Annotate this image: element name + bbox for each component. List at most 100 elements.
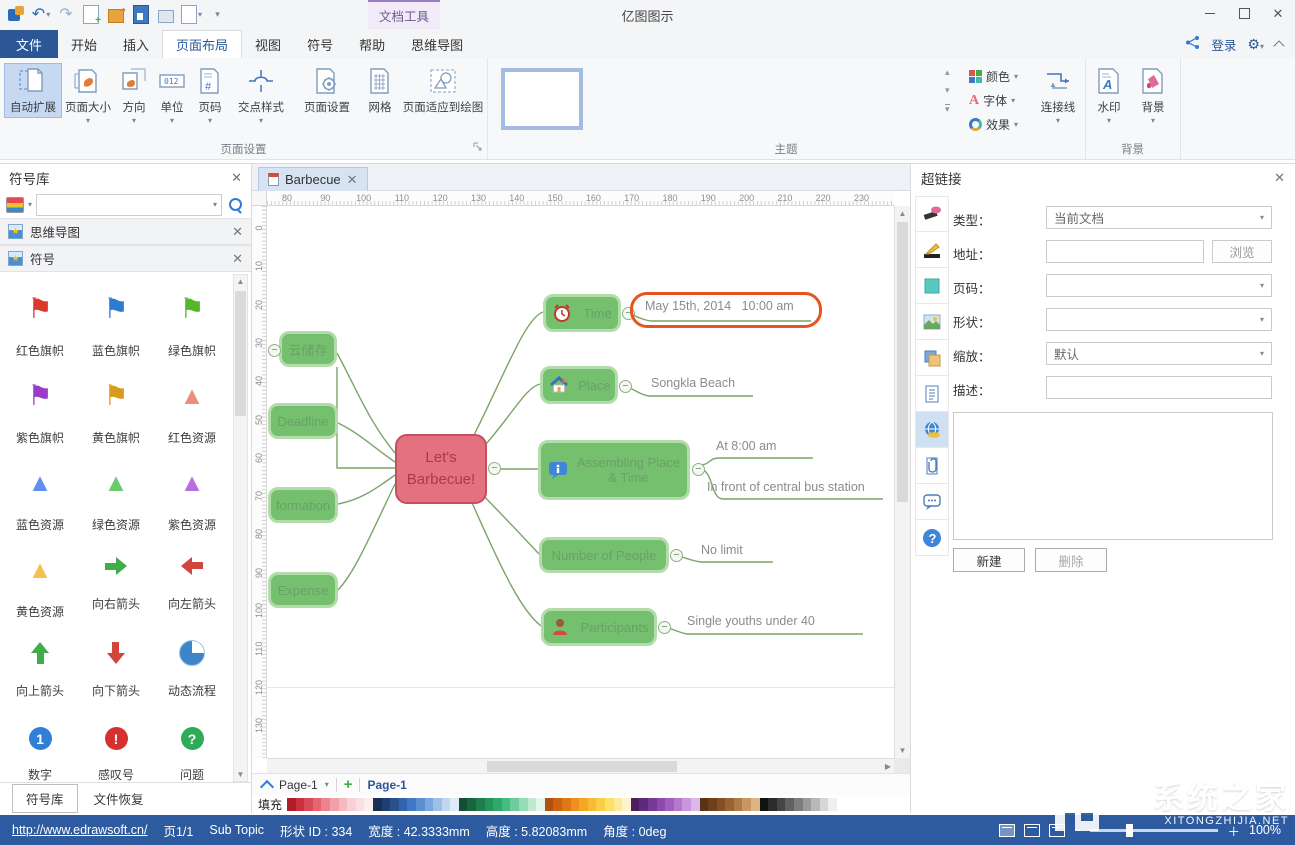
fill-swatch[interactable] xyxy=(819,798,829,811)
close-document-icon[interactable]: ✕ xyxy=(347,172,358,188)
symbol-item[interactable]: 向上箭头 xyxy=(2,628,78,715)
fill-swatch[interactable] xyxy=(733,798,743,811)
help-tool-icon[interactable]: ? xyxy=(915,520,949,556)
fill-swatch[interactable] xyxy=(562,798,571,811)
fill-swatch[interactable] xyxy=(759,798,769,811)
fill-swatch[interactable] xyxy=(716,798,726,811)
fill-swatch[interactable] xyxy=(501,798,511,811)
attachment-tool-icon[interactable] xyxy=(915,448,949,484)
tab-help[interactable]: 帮助 xyxy=(346,30,398,58)
symbol-item[interactable]: ▲ 紫色资源 xyxy=(154,454,230,541)
close-panel-icon[interactable]: ✕ xyxy=(231,170,242,186)
fill-swatch[interactable] xyxy=(476,798,485,811)
fill-swatch[interactable] xyxy=(613,798,623,811)
fill-swatch[interactable] xyxy=(390,798,399,811)
fill-swatch[interactable] xyxy=(295,798,305,811)
library-icon[interactable] xyxy=(6,196,24,213)
symbol-item[interactable]: ▲ 绿色资源 xyxy=(78,454,154,541)
type-dropdown[interactable]: 当前文档 ▾ xyxy=(1046,206,1272,229)
canvas-horizontal-scrollbar[interactable]: ▶ xyxy=(267,758,894,773)
fill-swatch[interactable] xyxy=(287,798,296,811)
junction-style-button[interactable]: 交点样式 ▾ xyxy=(230,63,292,128)
fill-swatch[interactable] xyxy=(725,798,734,811)
scrollbar-thumb[interactable] xyxy=(897,222,908,502)
document-tab-barbecue[interactable]: Barbecue ✕ xyxy=(258,167,368,191)
collapse-icon[interactable]: − xyxy=(670,549,683,562)
fill-swatch[interactable] xyxy=(622,798,631,811)
fill-swatch[interactable] xyxy=(811,798,820,811)
fill-swatch[interactable] xyxy=(407,798,416,811)
fill-swatch[interactable] xyxy=(673,798,683,811)
undo-button[interactable]: ↶ ▾ xyxy=(31,3,51,25)
zoom-slider-thumb[interactable] xyxy=(1126,823,1134,837)
page-dropdown[interactable]: ▾ xyxy=(1046,274,1272,297)
tab-page-layout[interactable]: 页面布局 xyxy=(162,30,243,58)
auto-expand-button[interactable]: 自动扩展 xyxy=(4,63,62,118)
theme-font-button[interactable]: A 字体 ▾ xyxy=(969,92,1015,109)
fill-swatch[interactable] xyxy=(484,798,494,811)
fill-swatch[interactable] xyxy=(458,798,468,811)
share-icon[interactable] xyxy=(1185,35,1200,53)
login-button[interactable]: 登录 xyxy=(1211,35,1236,54)
fill-swatch[interactable] xyxy=(656,798,666,811)
print-button[interactable] xyxy=(156,3,176,25)
edraw-logo-icon[interactable] xyxy=(6,3,26,25)
symbol-search-input[interactable]: ▾ xyxy=(36,193,222,216)
symbol-item[interactable]: ▲ 黄色资源 xyxy=(2,541,78,628)
page-dropdown[interactable]: Page-1 xyxy=(279,778,318,792)
fill-swatch[interactable] xyxy=(338,798,348,811)
symbol-item[interactable]: 向右箭头 xyxy=(78,541,154,628)
theme-effect-button[interactable]: 效果 ▾ xyxy=(969,116,1018,133)
browse-button[interactable]: 浏览 xyxy=(1212,240,1272,263)
shape-dropdown[interactable]: ▾ xyxy=(1046,308,1272,331)
picture-tool-icon[interactable] xyxy=(915,304,949,340)
add-page-button[interactable]: + xyxy=(344,776,353,793)
fill-swatch[interactable] xyxy=(596,798,605,811)
fill-swatch[interactable] xyxy=(304,798,313,811)
fill-swatch[interactable] xyxy=(364,798,373,811)
symbol-item[interactable]: 向左箭头 xyxy=(154,541,230,628)
tab-insert[interactable]: 插入 xyxy=(110,30,162,58)
fill-swatch[interactable] xyxy=(742,798,752,811)
fill-swatch[interactable] xyxy=(647,798,657,811)
fill-swatch[interactable] xyxy=(424,798,434,811)
note-assembling-time[interactable]: At 8:00 am xyxy=(716,439,776,453)
mindmap-topic-assembling[interactable]: Assembling Place & Time xyxy=(538,440,690,500)
fill-swatch[interactable] xyxy=(794,798,803,811)
symbol-item[interactable]: ⚑ 蓝色旗帜 xyxy=(78,280,154,367)
tab-file[interactable]: 文件 xyxy=(0,30,58,58)
mindmap-topic-number[interactable]: Number of People xyxy=(539,537,669,573)
symbol-item[interactable]: 1 数字 xyxy=(2,715,78,782)
library-dropdown-icon[interactable]: ▾ xyxy=(28,200,32,209)
section-symbols[interactable]: ★ 符号 ✕ xyxy=(0,245,251,272)
fill-swatch[interactable] xyxy=(450,798,459,811)
theme-scroll-arrows[interactable]: ▴ ▾ ▾ xyxy=(945,68,950,114)
import-button[interactable]: + xyxy=(81,3,101,25)
format-tool-icon[interactable] xyxy=(915,196,949,232)
mindmap-topic-time[interactable]: Time xyxy=(543,294,621,332)
comment-tool-icon[interactable] xyxy=(915,484,949,520)
tab-view[interactable]: 视图 xyxy=(242,30,294,58)
symbol-item[interactable]: ▲ 蓝色资源 xyxy=(2,454,78,541)
mindmap-center-topic[interactable]: Let's Barbecue! xyxy=(395,434,487,504)
search-dropdown-icon[interactable]: ▾ xyxy=(213,200,217,209)
zoom-out-button[interactable]: − xyxy=(1074,823,1081,837)
close-section-icon[interactable]: ✕ xyxy=(232,251,243,267)
connector-style-button[interactable]: 连接线 ▾ xyxy=(1035,63,1081,128)
fill-swatch[interactable] xyxy=(785,798,795,811)
drawing-canvas[interactable]: Let's Barbecue! 云储存 Deadline formation E… xyxy=(267,206,894,758)
print-preview-button[interactable]: ▾ xyxy=(181,3,202,25)
theme-thumbnail[interactable] xyxy=(501,68,583,130)
fill-swatch[interactable] xyxy=(604,798,614,811)
fill-swatch[interactable] xyxy=(433,798,442,811)
note-participants[interactable]: Single youths under 40 xyxy=(687,614,815,628)
address-input[interactable] xyxy=(1046,240,1204,263)
delete-hyperlink-button[interactable]: 删除 xyxy=(1035,548,1107,572)
collapse-icon[interactable]: − xyxy=(619,380,632,393)
watermark-button[interactable]: A 水印 ▾ xyxy=(1089,63,1129,128)
pencil-tool-icon[interactable] xyxy=(915,232,949,268)
fit-page-to-drawing-button[interactable]: 页面适应到绘图 xyxy=(400,63,486,118)
fill-swatch[interactable] xyxy=(312,798,322,811)
symbol-item[interactable]: ⚑ 黄色旗帜 xyxy=(78,367,154,454)
fill-swatch[interactable] xyxy=(699,798,709,811)
